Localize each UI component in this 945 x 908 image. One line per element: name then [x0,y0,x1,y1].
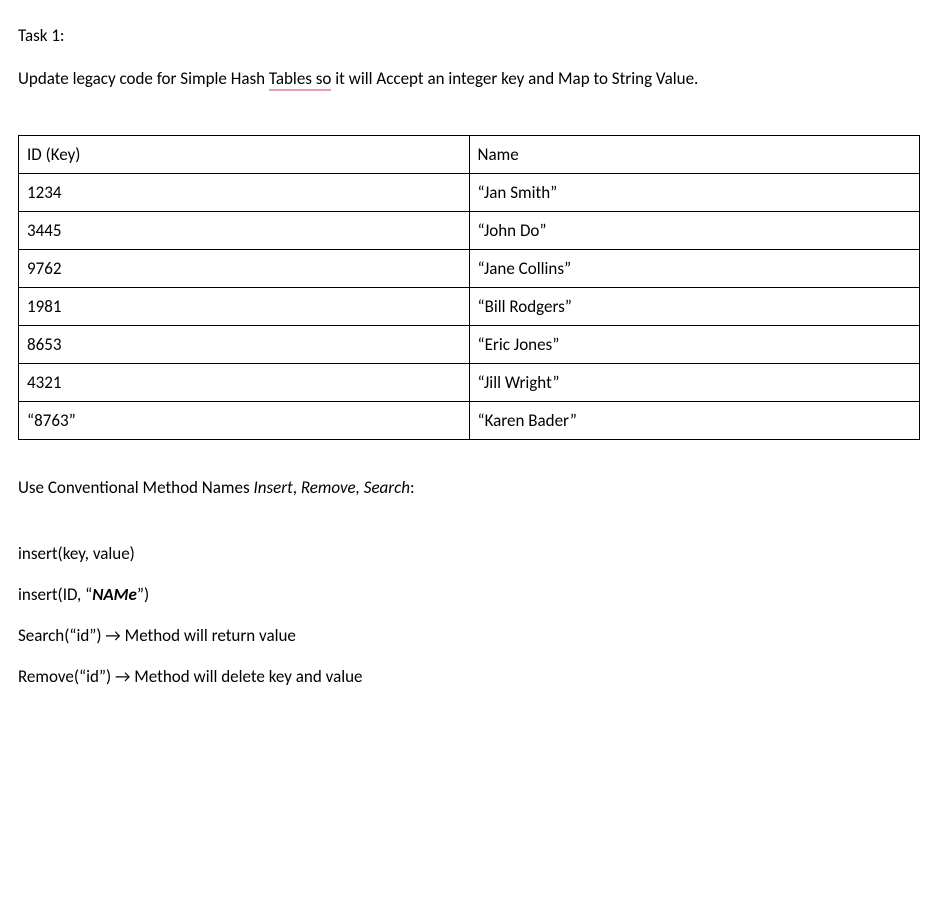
table-row: 4321 “Jill Wright” [19,364,920,402]
hash-table-data: ID (Key) Name 1234 “Jan Smith” 3445 “Joh… [18,135,920,440]
method-insert-example: insert(ID, “NAMe”) [18,584,927,605]
cell-name: “Bill Rodgers” [469,288,920,326]
cell-id: 9762 [19,250,470,288]
table-row: 9762 “Jane Collins” [19,250,920,288]
cell-name: “Jill Wright” [469,364,920,402]
cell-id: 1234 [19,174,470,212]
l2-pre: insert(ID, “ [18,584,92,605]
intro-pre: Use Conventional Method Names [18,477,253,498]
cell-name: “Karen Bader” [469,402,920,440]
task-title: Task 1: [18,24,927,49]
methods-intro: Use Conventional Method Names Insert, Re… [18,476,927,501]
table-row: 1981 “Bill Rodgers” [19,288,920,326]
intro-post: : [410,477,415,498]
method-search: Search(“id”) → Method will return value [18,625,927,646]
intro-italic-insert: Insert [253,477,292,498]
cell-id: 3445 [19,212,470,250]
cell-id: 1981 [19,288,470,326]
table-row: 8653 “Eric Jones” [19,326,920,364]
intro-mid: , [293,477,301,498]
task-description: Update legacy code for Simple Hash Table… [18,67,927,92]
cell-name: “Jan Smith” [469,174,920,212]
cell-id: “8763” [19,402,470,440]
cell-name: “Eric Jones” [469,326,920,364]
method-remove: Remove(“id”) → Method will delete key an… [18,666,927,687]
desc-post: it will Accept an integer key and Map to… [331,68,698,89]
cell-id: 4321 [19,364,470,402]
table-row: 3445 “John Do” [19,212,920,250]
header-name: Name [469,136,920,174]
table-row: 1234 “Jan Smith” [19,174,920,212]
cell-name: “John Do” [469,212,920,250]
methods-block: insert(key, value) insert(ID, “NAMe”) Se… [18,543,927,687]
spellcheck-underline: Tables so [269,68,332,91]
table-header-row: ID (Key) Name [19,136,920,174]
l2-name-bold: NAMe [92,584,137,605]
l2-post: ”) [137,584,149,605]
method-insert-signature: insert(key, value) [18,543,927,564]
intro-italic-remove-search: Remove, Search [301,477,410,498]
cell-id: 8653 [19,326,470,364]
desc-pre: Update legacy code for Simple Hash [18,68,269,89]
header-id: ID (Key) [19,136,470,174]
table-row: “8763” “Karen Bader” [19,402,920,440]
cell-name: “Jane Collins” [469,250,920,288]
